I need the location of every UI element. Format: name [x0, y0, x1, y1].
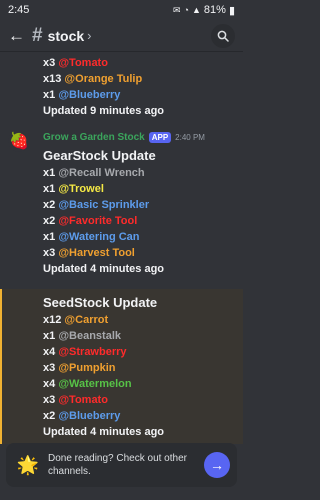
stock-item-row: x3 @Tomato: [43, 55, 243, 71]
item-quantity: x3: [43, 247, 56, 259]
message-list: x3 @Tomato x13 @Orange Tulip x1 @Blueberry…: [0, 53, 243, 444]
stock-item-row: x3 @Harvest Tool: [43, 245, 243, 261]
stock-item-row: x1 @Beanstalk: [43, 328, 243, 344]
search-icon: [217, 30, 229, 42]
wumpus-mascot-icon: 🌟: [16, 454, 40, 475]
stock-item-row: x2 @Blueberry: [43, 408, 243, 424]
stock-item-row: x1 @Blueberry: [43, 87, 243, 103]
message-continuation: x3 @Tomato x13 @Orange Tulip x1 @Blueberry…: [0, 53, 243, 119]
stock-lines: x3 @Tomato x13 @Orange Tulip x1 @Blueberry: [43, 55, 243, 103]
battery-level: 81%: [203, 4, 226, 16]
item-quantity: x1: [43, 183, 56, 195]
item-mention[interactable]: @Orange Tulip: [64, 73, 142, 85]
message-gearstock: 🍓 Grow a Garden Stock APP 2:40 PM GearSt…: [0, 129, 243, 277]
chevron-right-icon[interactable]: ›: [87, 28, 91, 43]
status-bar: 2:45 ✉ ◔ ▲ 81% ▮: [0, 0, 243, 20]
item-quantity: x3: [43, 57, 56, 69]
item-mention[interactable]: @Trowel: [58, 183, 104, 195]
item-mention[interactable]: @Basic Sprinkler: [58, 199, 149, 211]
item-mention[interactable]: @Harvest Tool: [58, 247, 135, 259]
item-quantity: x12: [43, 314, 62, 326]
stock-item-row: x4 @Watermelon: [43, 376, 243, 392]
item-mention[interactable]: @Tomato: [58, 394, 108, 406]
item-quantity: x4: [43, 346, 56, 358]
notification-icon: ✉: [173, 4, 181, 15]
battery-icon: ▮: [228, 4, 235, 17]
hash-icon: #: [32, 24, 43, 46]
item-quantity: x2: [43, 410, 56, 422]
item-quantity: x3: [43, 362, 56, 374]
message-seedstock-highlighted: SeedStock Update x12 @Carrot x1 @Beanstal…: [0, 289, 243, 444]
stock-lines: x12 @Carrot x1 @Beanstalk x4 @Strawberry x3…: [43, 312, 243, 424]
wifi-icon: ◔: [183, 5, 189, 15]
status-icons: ✉ ◔ ▲ 81% ▮: [173, 4, 235, 17]
channel-header: ← # stock ›: [0, 20, 243, 52]
status-time: 2:45: [8, 4, 30, 16]
item-mention[interactable]: @Pumpkin: [58, 362, 115, 374]
stock-item-row: x4 @Strawberry: [43, 344, 243, 360]
bot-avatar[interactable]: 🍓: [8, 130, 30, 152]
updated-line: Updated 9 minutes ago: [43, 105, 165, 117]
search-button[interactable]: [211, 24, 235, 48]
strawberry-icon: 🍓: [9, 133, 29, 150]
item-quantity: x1: [43, 89, 56, 101]
stock-item-row: x1 @Watering Can: [43, 229, 243, 245]
item-mention[interactable]: @Tomato: [58, 57, 108, 69]
item-quantity: x4: [43, 378, 56, 390]
stock-lines: x1 @Recall Wrench x1 @Trowel x2 @Basic Spr…: [43, 165, 243, 261]
banner-text: Done reading? Check out other channels.: [48, 453, 187, 477]
stock-item-row: x3 @Tomato: [43, 392, 243, 408]
item-quantity: x13: [43, 73, 62, 85]
message-time: 2:40 PM: [175, 132, 205, 142]
stock-item-row: x3 @Pumpkin: [43, 360, 243, 376]
item-mention[interactable]: @Favorite Tool: [58, 215, 137, 227]
stock-item-row: x2 @Basic Sprinkler: [43, 197, 243, 213]
stock-item-row: x12 @Carrot: [43, 312, 243, 328]
done-reading-banner[interactable]: 🌟 Done reading? Check out other channels…: [6, 443, 237, 487]
item-mention[interactable]: @Watermelon: [58, 378, 131, 390]
item-quantity: x1: [43, 167, 56, 179]
stock-item-row: x13 @Orange Tulip: [43, 71, 243, 87]
item-quantity: x3: [43, 394, 56, 406]
stock-item-row: x2 @Favorite Tool: [43, 213, 243, 229]
item-mention[interactable]: @Watering Can: [58, 231, 139, 243]
signal-icon: ▲: [191, 5, 201, 15]
item-quantity: x2: [43, 215, 56, 227]
embed-title: GearStock Update: [43, 148, 156, 163]
item-quantity: x1: [43, 330, 56, 342]
channel-name[interactable]: stock: [48, 28, 85, 44]
author-name[interactable]: Grow a Garden Stock: [43, 132, 145, 143]
item-mention[interactable]: @Blueberry: [58, 410, 120, 422]
item-mention[interactable]: @Strawberry: [58, 346, 126, 358]
item-quantity: x1: [43, 231, 56, 243]
item-mention[interactable]: @Beanstalk: [58, 330, 121, 342]
back-arrow-icon[interactable]: ←: [8, 26, 28, 46]
item-mention[interactable]: @Blueberry: [58, 89, 120, 101]
item-mention[interactable]: @Recall Wrench: [58, 167, 144, 179]
app-badge: APP: [148, 131, 172, 143]
arrow-right-icon: →: [210, 457, 224, 473]
item-mention[interactable]: @Carrot: [64, 314, 108, 326]
stock-item-row: x1 @Recall Wrench: [43, 165, 243, 181]
message-header: Grow a Garden Stock APP 2:40 PM: [43, 129, 243, 145]
stock-item-row: x1 @Trowel: [43, 181, 243, 197]
embed-title: SeedStock Update: [43, 295, 158, 310]
updated-line: Updated 4 minutes ago: [43, 426, 165, 438]
item-quantity: x2: [43, 199, 56, 211]
next-channel-button[interactable]: →: [204, 452, 230, 478]
updated-line: Updated 4 minutes ago: [43, 263, 165, 275]
